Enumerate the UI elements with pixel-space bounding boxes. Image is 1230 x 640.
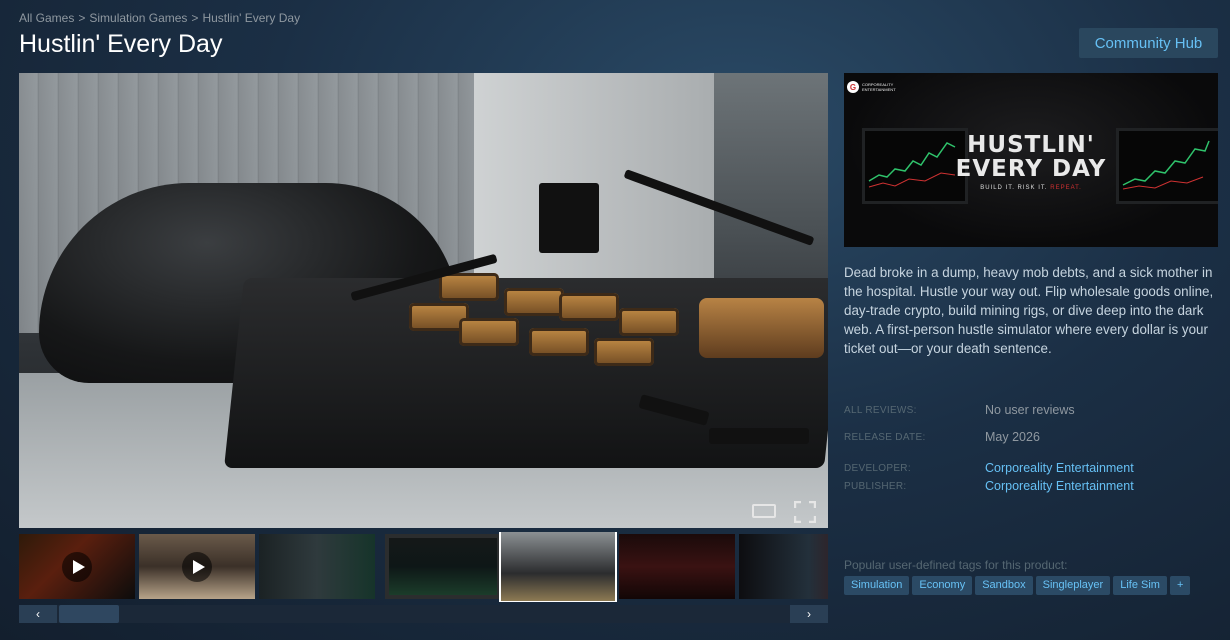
- breadcrumb-current-game[interactable]: Hustlin' Every Day: [202, 11, 300, 25]
- publisher-link[interactable]: Corporeality Entertainment: [985, 479, 1134, 493]
- tag-singleplayer[interactable]: Singleplayer: [1035, 576, 1111, 595]
- cash-bundle: [439, 273, 499, 301]
- pistol: [709, 428, 809, 444]
- scroll-thumb[interactable]: [59, 605, 119, 623]
- main-screenshot[interactable]: [19, 73, 828, 528]
- cash-bundle: [559, 293, 619, 321]
- publisher-logo: G CORPOREALITY ENTERTAINMENT: [847, 81, 902, 93]
- breadcrumb-all-games[interactable]: All Games: [19, 11, 74, 25]
- release-date-value: May 2026: [985, 430, 1040, 444]
- machine-gun: [539, 183, 599, 253]
- thumbnail-scrollbar[interactable]: ‹ ›: [19, 605, 828, 623]
- header-capsule-image: G CORPOREALITY ENTERTAINMENT HUSTLIN' EV…: [844, 73, 1218, 247]
- play-icon: [62, 551, 92, 582]
- cash-case: [699, 298, 824, 358]
- developer-label: DEVELOPER:: [844, 463, 911, 474]
- cash-bundle: [459, 318, 519, 346]
- thumbnail-image-6[interactable]: [619, 534, 735, 599]
- tag-list: Simulation Economy Sandbox Singleplayer …: [844, 576, 1191, 595]
- publisher-logo-text: CORPOREALITY ENTERTAINMENT: [862, 82, 896, 92]
- scroll-left-button[interactable]: ‹: [19, 605, 57, 623]
- cash-bundle: [504, 288, 564, 316]
- tag-sandbox[interactable]: Sandbox: [975, 576, 1033, 595]
- all-reviews-value: No user reviews: [985, 403, 1075, 417]
- thumbnail-video-1[interactable]: [19, 534, 135, 599]
- chevron-left-icon: ‹: [36, 607, 40, 621]
- page-title: Hustlin' Every Day: [19, 30, 223, 58]
- community-hub-button[interactable]: Community Hub: [1079, 28, 1218, 58]
- publisher-logo-icon: G: [847, 81, 859, 93]
- thumbnail-image-7[interactable]: [739, 534, 828, 599]
- fullscreen-icon[interactable]: [793, 500, 818, 524]
- tag-life-sim[interactable]: Life Sim: [1113, 576, 1167, 595]
- cash-bundle: [594, 338, 654, 366]
- thumbnail-video-2[interactable]: [139, 534, 255, 599]
- cash-bundle: [529, 328, 589, 356]
- thumbnail-image-3[interactable]: [259, 534, 375, 599]
- breadcrumb-separator: >: [78, 11, 86, 25]
- breadcrumb-separator: >: [191, 11, 199, 25]
- release-date-label: RELEASE DATE:: [844, 432, 926, 443]
- tags-label: Popular user-defined tags for this produ…: [844, 558, 1068, 572]
- developer-link[interactable]: Corporeality Entertainment: [985, 461, 1134, 475]
- breadcrumb-simulation-games[interactable]: Simulation Games: [89, 11, 187, 25]
- publisher-label: PUBLISHER:: [844, 481, 907, 492]
- monitor-chart: [1116, 128, 1218, 204]
- tag-economy[interactable]: Economy: [912, 576, 973, 595]
- thumbnail-image-4[interactable]: [385, 534, 501, 599]
- tagline-prefix: BUILD IT. RISK IT.: [980, 185, 1048, 191]
- chevron-right-icon: ›: [807, 607, 811, 621]
- thumbnail-image-5-active[interactable]: [499, 532, 617, 602]
- cash-bundle: [619, 308, 679, 336]
- game-description: Dead broke in a dump, heavy mob debts, a…: [844, 265, 1214, 356]
- monitor-chart: [862, 128, 968, 204]
- play-icon: [182, 551, 212, 582]
- breadcrumb: All Games > Simulation Games > Hustlin' Ever…: [19, 11, 300, 25]
- scroll-right-button[interactable]: ›: [790, 605, 828, 623]
- capsule-game-title: HUSTLIN' EVERY DAY: [955, 132, 1107, 182]
- tag-simulation[interactable]: Simulation: [844, 576, 910, 595]
- tag-more-button[interactable]: +: [1169, 576, 1191, 595]
- widescreen-icon[interactable]: [752, 501, 776, 519]
- capsule-tagline: BUILD IT. RISK IT. REPEAT.: [954, 185, 1108, 191]
- thumbnail-strip: [19, 532, 828, 602]
- all-reviews-label: ALL REVIEWS:: [844, 405, 917, 416]
- tagline-accent: REPEAT.: [1050, 185, 1082, 191]
